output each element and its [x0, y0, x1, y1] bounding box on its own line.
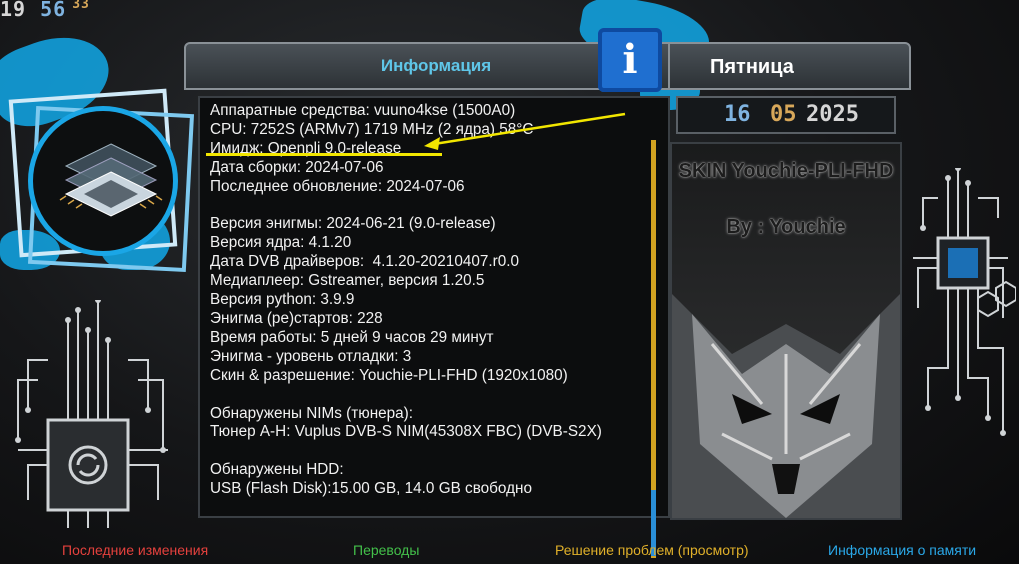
weekday: Пятница: [710, 56, 794, 78]
info-line: Обнаружены HDD:: [210, 461, 344, 479]
green-button[interactable]: Переводы: [353, 542, 419, 558]
clock-minutes: 56: [40, 0, 67, 21]
yellow-button[interactable]: Решение проблем (просмотр): [555, 542, 749, 558]
info-line: Дата DVB драйверов: 4.1.20-20210407.r0.0: [210, 253, 519, 271]
info-line: Энигма (ре)стартов: 228: [210, 309, 383, 327]
blue-button[interactable]: Информация о памяти: [828, 542, 976, 558]
date-panel: Пятница 16 05 2025 SKIN Youchie-PLI-FHD …: [668, 42, 911, 522]
clock-hours: 19: [0, 0, 27, 21]
info-line: Обнаружены NIMs (тюнера):: [210, 404, 414, 422]
circuit-decoration-left: [8, 297, 178, 535]
info-icon: i: [598, 28, 662, 92]
red-button[interactable]: Последние изменения: [62, 542, 208, 558]
skin-author: By : Youchie: [726, 216, 846, 238]
info-line: Последнее обновление: 2024-07-06: [210, 177, 465, 195]
circuit-decoration-right: [908, 165, 1017, 445]
info-line: USB (Flash Disk):15.00 GB, 14.0 GB свобо…: [210, 480, 532, 498]
info-line: Медиаплеер: Gstreamer, версия 1.20.5: [210, 272, 485, 290]
info-line: Версия энигмы: 2024-06-21 (9.0-release): [210, 215, 496, 233]
date-display: 16 05 2025: [676, 96, 896, 134]
info-icon-glyph: i: [622, 36, 638, 83]
processor-artwork: [8, 88, 195, 273]
info-line: Версия python: 3.9.9: [210, 291, 355, 309]
date-month: 05: [770, 102, 797, 127]
info-line: Тюнер A-H: Vuplus DVB-S NIM(45308X FBC) …: [210, 423, 602, 441]
processor-chip-icon: [56, 134, 166, 239]
info-text: Аппаратные средства: vuuno4kse (1500A0) C…: [210, 102, 602, 499]
date-day: 16: [724, 102, 751, 127]
info-line: Скин & разрешение: Youchie-PLI-FHD (1920…: [210, 366, 568, 384]
annotation-underline: [206, 153, 442, 156]
annotation-arrow-icon: [424, 112, 626, 150]
weekday-header: Пятница: [668, 42, 911, 90]
info-line: Время работы: 5 дней 9 часов 29 минут: [210, 328, 494, 346]
clock: 19 56 33: [0, 0, 90, 21]
clock-seconds: 33: [72, 0, 90, 12]
info-line: Дата сборки: 2024-07-06: [210, 158, 384, 176]
date-year: 2025: [806, 102, 859, 127]
skin-title: SKIN Youchie-PLI-FHD: [678, 160, 894, 182]
wolf-icon: [672, 294, 900, 518]
info-line: Энигма - уровень отладки: 3: [210, 347, 412, 365]
info-line: Версия ядра: 4.1.20: [210, 234, 352, 252]
skin-artwork: SKIN Youchie-PLI-FHD By : Youchie: [670, 142, 902, 520]
